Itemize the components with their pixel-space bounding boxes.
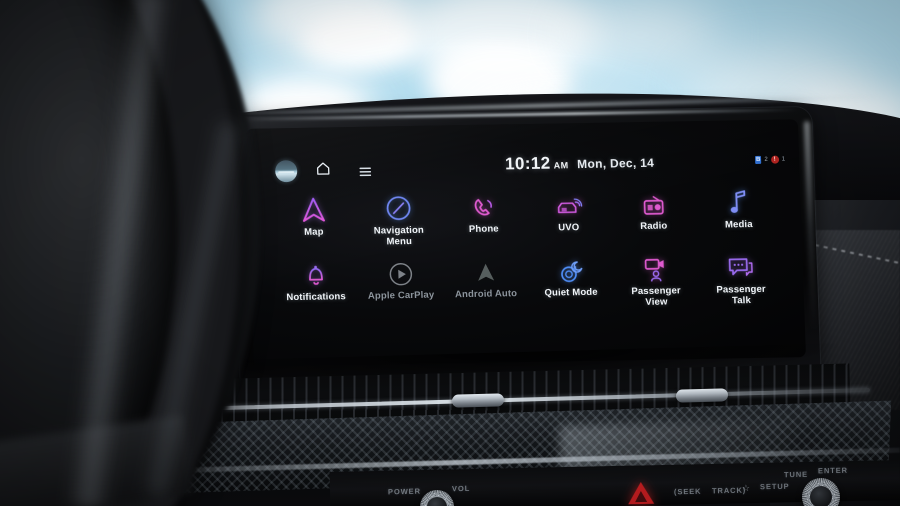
android-auto-icon — [468, 255, 503, 286]
status-indicators: B 2 ! 1 — [754, 155, 786, 164]
app-phone[interactable]: Phone — [440, 190, 527, 246]
volume-label: VOL — [451, 483, 471, 494]
status-bar: 10:12 AM Mon, Dec, 14 B 2 ! 1 — [247, 149, 800, 185]
connected-car-icon — [551, 189, 586, 220]
speech-bubble-icon — [723, 251, 758, 282]
app-label: Map — [303, 226, 324, 238]
hazard-triangle-inner — [634, 490, 648, 503]
app-quiet-mode[interactable]: Quiet Mode — [527, 253, 614, 309]
play-circle-icon — [383, 257, 418, 288]
clock-ampm: AM — [553, 160, 569, 171]
favorite-star-icon[interactable]: ☆ — [742, 483, 750, 494]
app-notifications[interactable]: Notifications — [272, 258, 359, 314]
status-date: Mon, Dec, 14 — [576, 155, 655, 172]
alert-indicator: ! — [770, 155, 779, 164]
app-label: Passenger View — [631, 285, 682, 308]
app-android-auto[interactable]: Android Auto — [442, 255, 529, 311]
tune-knob-center — [810, 486, 832, 506]
app-map[interactable]: Map — [270, 193, 357, 249]
app-label: Notifications — [286, 291, 347, 304]
app-label: Radio — [640, 220, 668, 233]
app-navigation-menu[interactable]: Navigation Menu — [355, 192, 442, 248]
app-label: UVO — [558, 222, 580, 234]
bluetooth-indicator: B — [754, 155, 762, 164]
volume-knob-center — [427, 497, 447, 506]
app-apple-carplay[interactable]: Apple CarPlay — [357, 256, 444, 312]
touchscreen[interactable]: 10:12 AM Mon, Dec, 14 B 2 ! 1 Map Naviga… — [245, 119, 807, 367]
setup-label[interactable]: SETUP — [760, 482, 790, 492]
passenger-camera-icon — [638, 252, 673, 283]
weather-widget[interactable] — [274, 160, 298, 183]
compass-icon — [381, 192, 416, 223]
car-interior-scene: x1000rpm 8 H 60mi — [0, 0, 900, 506]
quiet-speaker-moon-icon — [553, 254, 588, 285]
app-passenger-talk[interactable]: Passenger Talk — [697, 251, 784, 307]
menu-icon[interactable] — [359, 164, 372, 182]
vent-slider-left[interactable] — [451, 393, 505, 408]
power-label: POWER — [387, 486, 421, 497]
tune-label: TUNE — [783, 469, 809, 480]
alert-count: 1 — [781, 156, 786, 163]
bell-icon — [298, 258, 333, 289]
bluetooth-count: 2 — [764, 156, 768, 163]
enter-label: ENTER — [817, 465, 849, 476]
app-label: Navigation Menu — [373, 224, 425, 247]
app-radio[interactable]: Radio — [610, 187, 697, 243]
app-grid: Map Navigation Menu Phone UVO Radio Medi… — [270, 186, 784, 315]
app-passenger-view[interactable]: Passenger View — [612, 252, 699, 308]
app-label: Apple CarPlay — [367, 289, 435, 302]
music-note-icon — [721, 186, 756, 217]
radio-receiver-icon — [636, 187, 671, 218]
app-label: Passenger Talk — [716, 283, 767, 306]
clock-time: 10:12 — [504, 153, 551, 174]
navigation-arrow-icon — [296, 193, 331, 224]
status-clock: 10:12 AM — [505, 153, 569, 174]
app-label: Media — [724, 219, 753, 231]
vent-slider-right[interactable] — [675, 388, 729, 403]
infotainment-display[interactable]: 10:12 AM Mon, Dec, 14 B 2 ! 1 Map Naviga… — [231, 107, 821, 387]
app-uvo[interactable]: UVO — [525, 189, 612, 245]
home-icon[interactable] — [315, 161, 332, 180]
app-label: Android Auto — [454, 288, 518, 301]
app-label: Quiet Mode — [544, 286, 598, 299]
seek-label[interactable]: (SEEK — [674, 487, 702, 497]
phone-handset-icon — [466, 190, 501, 221]
app-label: Phone — [468, 223, 499, 235]
app-media[interactable]: Media — [695, 186, 782, 242]
